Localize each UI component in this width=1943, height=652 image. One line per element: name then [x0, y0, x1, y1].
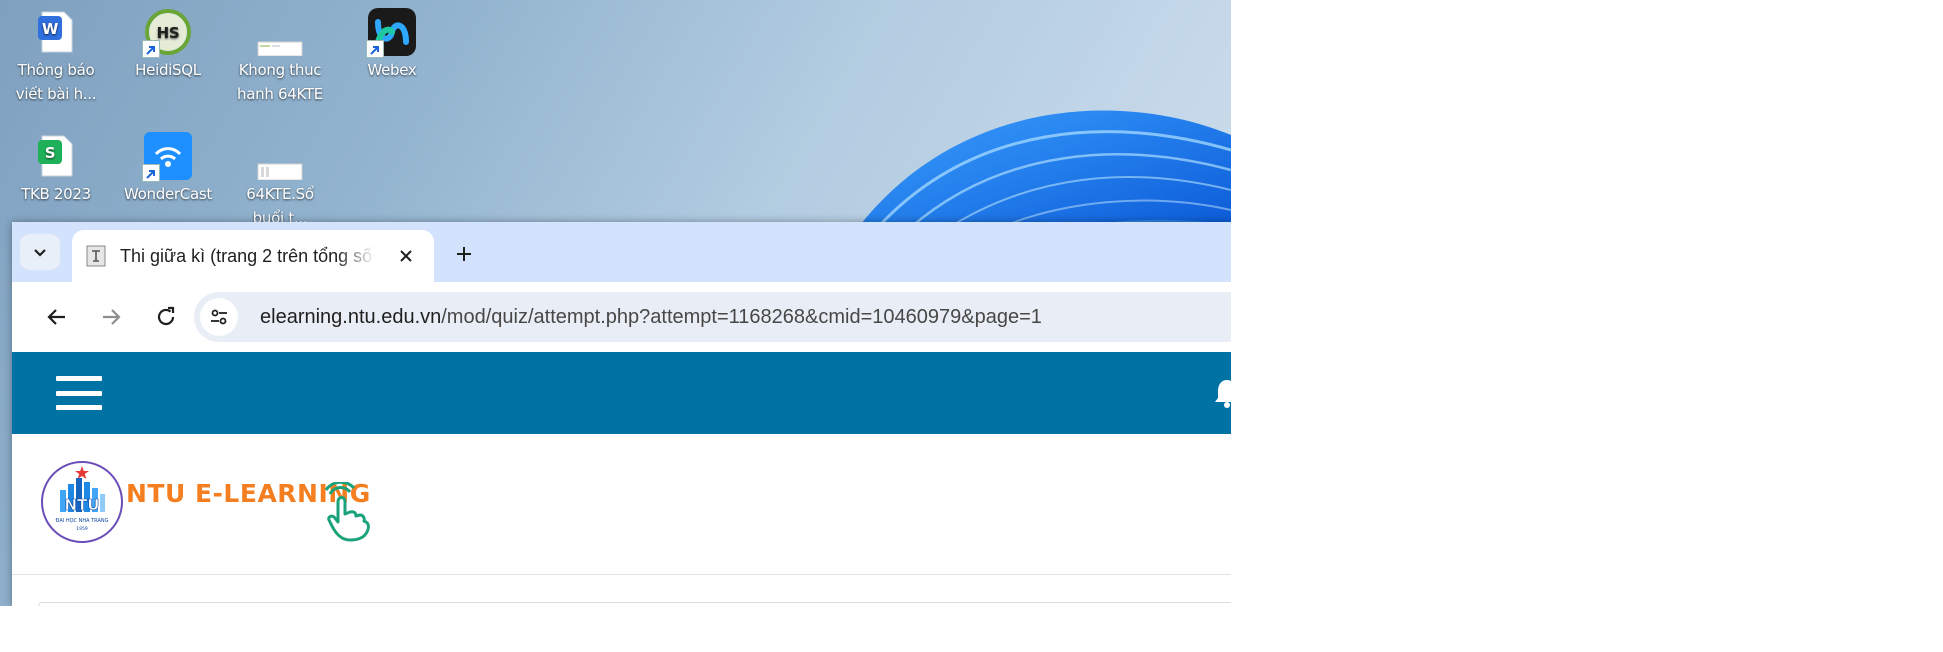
- svg-text:W: W: [42, 20, 59, 38]
- desktop-icon-wondercast[interactable]: WonderCast: [112, 126, 224, 206]
- tab-close-button[interactable]: [394, 244, 418, 268]
- reload-icon: [157, 306, 175, 326]
- address-bar[interactable]: elearning.ntu.edu.vn/mod/quiz/attempt.ph…: [194, 292, 1231, 342]
- desktop-icon-label: Webex: [367, 61, 417, 79]
- seal-caption: ĐẠI HỌC NHA TRANG: [55, 518, 108, 524]
- seal-year: 1959: [76, 526, 88, 532]
- notification-bell-icon[interactable]: [1212, 377, 1231, 409]
- tab-search-button[interactable]: [20, 234, 60, 270]
- new-tab-button[interactable]: [448, 238, 480, 270]
- shortcut-arrow-icon: [366, 40, 384, 58]
- menu-toggle-button[interactable]: [56, 376, 102, 410]
- pointing-hand-icon: [324, 482, 370, 542]
- heidisql-icon: HS: [142, 8, 192, 58]
- svg-text:HS: HS: [157, 24, 180, 42]
- wondercast-wifi-icon: [142, 132, 192, 182]
- wps-writer-document-icon: W: [32, 8, 80, 56]
- content-card: [38, 602, 1231, 606]
- desktop-icon-thong-bao[interactable]: W Thông báo viết bài h...: [0, 2, 112, 106]
- browser-toolbar: elearning.ntu.edu.vn/mod/quiz/attempt.ph…: [12, 282, 1231, 352]
- site-navbar: [12, 352, 1231, 434]
- hamburger-line: [56, 405, 102, 410]
- desktop-icon-heidisql[interactable]: HS HeidiSQL: [112, 2, 224, 82]
- moodle-favicon-icon: [86, 245, 106, 267]
- close-icon: [400, 250, 412, 262]
- seal-abbr: NTU: [65, 496, 100, 514]
- shortcut-arrow-icon: [142, 40, 160, 58]
- browser-window: Thi giữa kì (trang 2 trên tổng số elearn…: [12, 222, 1231, 606]
- webex-icon: [366, 8, 416, 58]
- desktop-icon-label: Thông báo viết bài h...: [15, 61, 97, 103]
- arrow-left-icon: [47, 309, 65, 325]
- shortcut-arrow-icon: [142, 164, 160, 182]
- screen: W Thông báo viết bài h... HS HeidiSQL Kh…: [0, 0, 1231, 606]
- desktop-icon-webex[interactable]: Webex: [336, 2, 448, 82]
- tune-icon: [211, 309, 227, 325]
- chevron-down-icon: [34, 249, 46, 257]
- arrow-right-icon: [103, 309, 121, 325]
- ntu-seal-logo[interactable]: NTU ĐẠI HỌC NHA TRANG 1959: [40, 460, 124, 544]
- desktop-icon-label: HeidiSQL: [135, 61, 201, 79]
- desktop-icon-64kte[interactable]: 64KTE.Sổ buổi t...: [224, 126, 336, 230]
- url-text[interactable]: elearning.ntu.edu.vn/mod/quiz/attempt.ph…: [260, 292, 1042, 342]
- url-host: elearning.ntu.edu.vn: [260, 306, 442, 328]
- forward-button[interactable]: [91, 297, 131, 337]
- hamburger-line: [56, 390, 102, 396]
- spreadsheet-file-thumbnail-icon: [256, 132, 304, 181]
- tab-title: Thi giữa kì (trang 2 trên tổng số: [120, 246, 373, 266]
- spreadsheet-file-thumbnail-icon: [256, 8, 304, 57]
- desktop-icon-label: Khong thuc hanh 64KTE: [237, 61, 323, 103]
- wps-spreadsheet-icon: S: [32, 132, 80, 180]
- desktop-icon-tkb-2023[interactable]: S TKB 2023: [0, 126, 112, 206]
- desktop-icon-label: TKB 2023: [21, 185, 91, 203]
- desktop-icon-khong-thuc-hanh[interactable]: Khong thuc hanh 64KTE: [224, 2, 336, 106]
- hamburger-line: [56, 376, 102, 381]
- svg-text:S: S: [45, 144, 56, 162]
- site-header: NTU ĐẠI HỌC NHA TRANG 1959 NTU E-LEARNIN…: [12, 434, 1231, 575]
- plus-icon: [457, 247, 471, 261]
- back-button[interactable]: [37, 297, 77, 337]
- tab-strip: Thi giữa kì (trang 2 trên tổng số: [12, 222, 1231, 282]
- site-info-button[interactable]: [200, 298, 238, 336]
- url-path: /mod/quiz/attempt.php?attempt=1168268&cm…: [441, 306, 1042, 328]
- reload-button[interactable]: [146, 297, 186, 337]
- active-tab[interactable]: Thi giữa kì (trang 2 trên tổng số: [72, 230, 434, 282]
- desktop-icon-label: WonderCast: [124, 185, 212, 203]
